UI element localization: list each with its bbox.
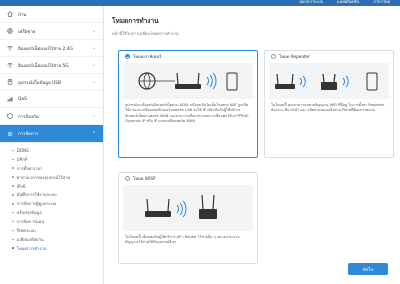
mode-option-router[interactable]: โหมดเราท์เตอร์ [119,51,257,61]
submenu-item-reset[interactable]: รีเซตระบบ [12,226,103,235]
submenu-item-admin[interactable]: การจัดการผู้ดูแลระบบ [12,199,103,208]
submenu-item-plan[interactable]: การจัดการแผน [12,217,103,226]
submenu-label: IPv6 [16,183,26,189]
home-icon [6,11,13,17]
repeater-mode-illustration [269,63,389,99]
language-link[interactable]: ภาษาไทย [373,0,390,4]
qos-icon [6,96,13,102]
shield-icon [6,113,13,119]
submenu-label: รีเซตระบบ [16,227,36,233]
sidebar-item-network[interactable]: เครือข่าย ⌄ [0,23,103,40]
mode-description: ในโหมดนี้ คุณสามารถขยายสัญญาณ WiFi ที่มี… [271,103,385,113]
mode-description: ในโหมดนี้ เชื่อมต่อกับผู้ให้บริการ AP / … [125,235,240,245]
sidebar-item-security[interactable]: การป้องกัน ⌄ [0,108,103,125]
bullet-icon [12,185,14,187]
mode-label: โหมด WISP [133,175,156,181]
usb-icon [6,79,13,85]
submenu-item-ipv6[interactable]: IPv6 [12,182,103,191]
chevron-down-icon: ⌄ [92,79,97,85]
page-title: โหมดการทำงาน [112,17,159,25]
chevron-up-icon: ⌃ [92,130,97,137]
submenu-label: โหมดการทำงาน [16,245,47,251]
chevron-down-icon: ⌄ [92,45,97,51]
mode-card-repeater[interactable]: โหมด Repeater ในโหมดนี้ คุณสามารถขยายสัญ… [264,50,394,158]
sidebar-item-label: อินเทอร์เน็ตแบบไร้สาย 2.4G [18,46,73,52]
next-button[interactable]: ถัดไป [348,263,388,275]
sidebar-item-wireless-24g[interactable]: อินเทอร์เน็ตแบบไร้สาย 2.4G ⌄ [0,40,103,57]
submenu-item-ddns[interactable]: DDNS [12,146,103,155]
wifi-icon [6,45,13,51]
bullet-icon [12,194,14,196]
globe-icon [6,28,13,34]
main-content: โหมดการทำงาน หน้านี้ใช้ในการเปลี่ยนโหมดก… [112,12,394,282]
bullet-icon [12,158,14,161]
sidebar-item-label: อินเทอร์เน็ตแบบไร้สาย 5G [18,63,69,69]
sidebar-item-usb-storage[interactable]: อุปกรณ์เก็บข้อมูล USB ⌄ [0,74,103,91]
submenu-item-upnp[interactable]: UPnP [12,155,103,164]
mode-card-wisp[interactable]: โหมด WISP ในโหมดนี้ เชื่อมต่อกับผู้ให้บร… [118,172,258,264]
sidebar-item-label: เครือข่าย [18,29,36,35]
sidebar-item-label: อุปกรณ์เก็บข้อมูล USB [18,80,62,86]
chevron-down-icon: ⌄ [92,62,97,68]
radio-repeater[interactable] [271,53,276,59]
gear-icon [6,130,13,137]
wisp-mode-illustration [123,185,253,231]
chevron-down-icon: ⌄ [92,28,97,34]
submenu-label: เปลี่ยนรหัสผ่าน [16,236,44,242]
bullet-icon [12,247,14,250]
wifi-icon [6,62,13,68]
chevron-down-icon: ⌄ [92,113,97,119]
submenu-item-time-settings[interactable]: การตั้งค่าเวลา [12,164,103,173]
radio-router[interactable] [125,53,130,59]
sidebar-item-label: บ้าน [18,12,27,18]
bullet-icon [12,238,14,241]
submenu-label: การตั้งค่าเวลา [16,165,43,171]
bullet-icon [12,176,14,178]
bullet-icon [12,229,14,232]
bullet-icon [12,149,14,152]
router-mode-illustration [123,63,253,99]
submenu-item-change-password[interactable]: เปลี่ยนรหัสผ่าน [12,235,103,244]
bullet-icon [12,220,14,223]
bullet-icon [12,202,14,205]
sidebar-item-label: การจัดการ [18,132,39,137]
submenu-item-upgrade[interactable]: ปรับปรุงข้อมูล [12,208,103,217]
page-subtitle: หน้านี้ใช้ในการเปลี่ยนโหมดการทำงาน [112,31,179,36]
bullet-icon [12,167,14,170]
submenu-label: ปรับปรุงข้อมูล [16,210,42,216]
radio-wisp[interactable] [125,175,130,181]
sidebar-item-label: การป้องกัน [18,114,39,120]
bullet-icon [12,211,14,214]
sidebar-item-wireless-5g[interactable]: อินเทอร์เน็ตแบบไร้สาย 5G ⌄ [0,57,103,74]
mode-description: อุปกรณ์จะเชื่อมต่ออินเทอร์เน็ตผ่าน ADSL … [125,103,250,124]
sidebar-item-management[interactable]: การจัดการ ⌃ [0,125,103,143]
logout-link[interactable]: ออกจากระบบ [299,0,323,4]
submenu-item-system-log[interactable]: บันทึกการใช้งานระบบ [12,190,103,199]
mode-option-repeater[interactable]: โหมด Repeater [265,51,393,61]
sidebar-item-label: QoS [18,96,27,102]
submenu-label: UPnP [16,156,28,162]
sidebar: บ้าน เครือข่าย ⌄ อินเทอร์เน็ตแบบไร้สาย 2… [0,6,104,284]
sidebar-item-home[interactable]: บ้าน [0,6,103,23]
sidebar-item-qos[interactable]: QoS [0,91,103,108]
submenu-label: ตารางเวลาของอุปกรณ์ไร้สาย [16,174,70,180]
submenu-label: DDNS [16,147,29,153]
mode-card-router[interactable]: โหมดเราท์เตอร์ อุปกรณ์จะเชื่อมต่ออินเทอร… [118,50,258,158]
mode-label: โหมด Repeater [279,53,310,59]
submenu-item-operation-mode[interactable]: โหมดการทำงาน [12,244,103,253]
submenu-item-wireless-schedule[interactable]: ตารางเวลาของอุปกรณ์ไร้สาย [12,173,103,182]
management-submenu: DDNS UPnP การตั้งค่าเวลา ตารางเวลาของอุป… [0,143,103,253]
submenu-label: การจัดการผู้ดูแลระบบ [16,201,57,207]
top-links: ออกจากระบบ แอพพลิเคชัน ภาษาไทย [299,0,390,6]
submenu-label: การจัดการแผน [16,219,45,225]
mode-label: โหมดเราท์เตอร์ [133,53,162,59]
mode-option-wisp[interactable]: โหมด WISP [119,173,257,183]
submenu-label: บันทึกการใช้งานระบบ [16,192,57,198]
app-link[interactable]: แอพพลิเคชัน [337,0,359,4]
